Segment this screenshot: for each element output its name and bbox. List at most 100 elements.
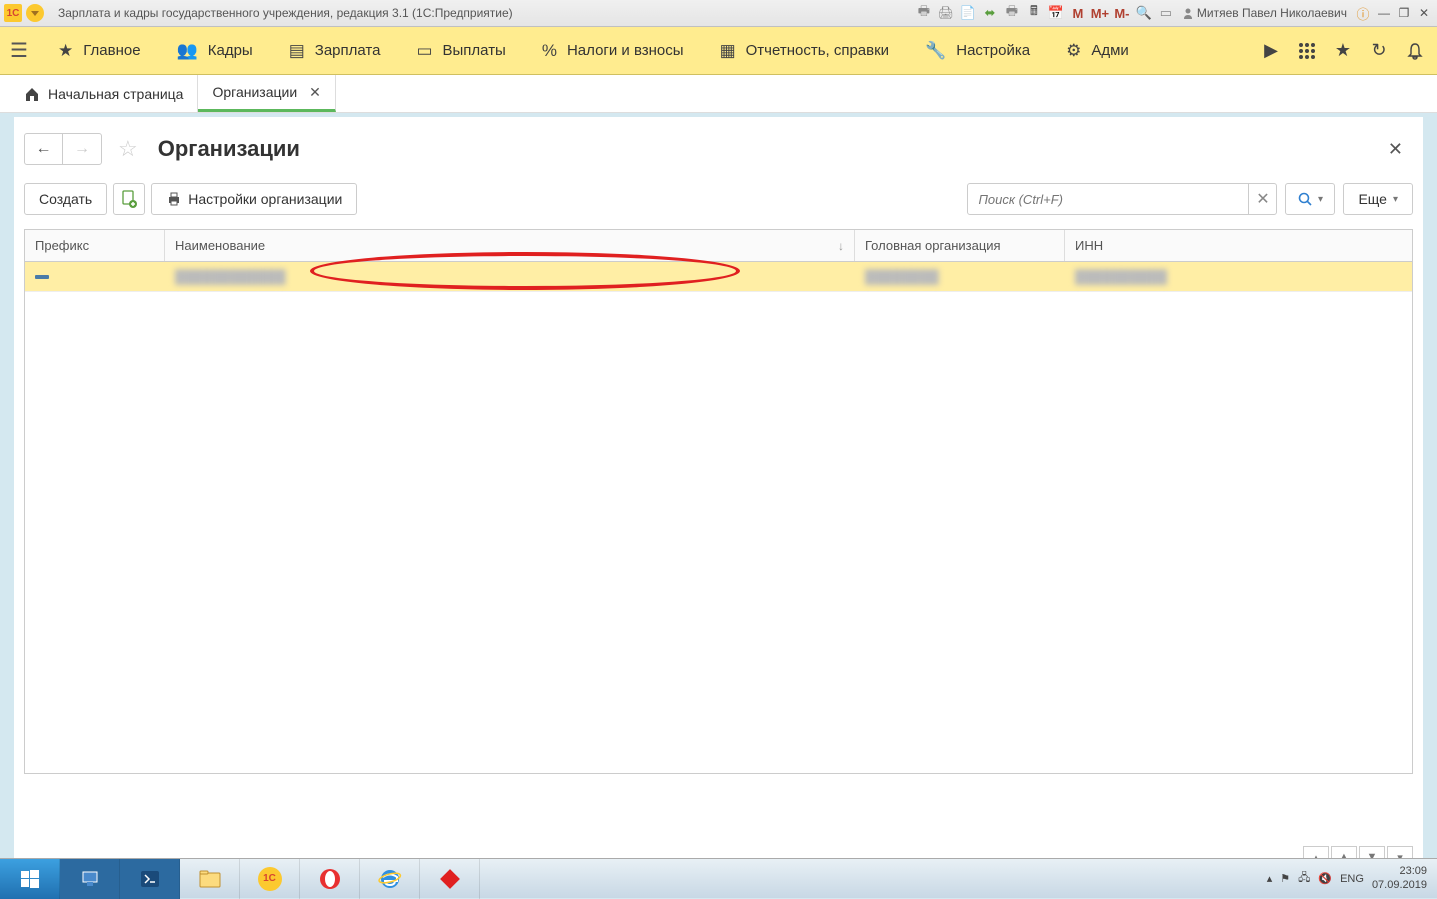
menu-label: Налоги и взносы bbox=[567, 42, 684, 59]
table-row[interactable]: ████████████ ████████ ██████████ bbox=[25, 262, 1412, 292]
user-label[interactable]: Митяев Павел Николаевич bbox=[1182, 6, 1347, 20]
list-icon: ▤ bbox=[289, 41, 305, 61]
menu-scroll-right-icon[interactable]: ▶ bbox=[1259, 39, 1283, 63]
titlebar-dropdown-icon[interactable] bbox=[26, 4, 44, 22]
tab-close-icon[interactable]: ✕ bbox=[309, 84, 321, 101]
toolbar-compare-icon[interactable]: ⬌ bbox=[980, 3, 1000, 23]
star-icon: ★ bbox=[58, 41, 73, 61]
task-ie-icon[interactable] bbox=[360, 859, 420, 899]
search-icon bbox=[1298, 192, 1312, 206]
maximize-button[interactable]: ❐ bbox=[1395, 4, 1413, 22]
people-icon: 👥 bbox=[177, 41, 198, 61]
toolbar-mminus-icon[interactable]: M- bbox=[1112, 3, 1132, 23]
button-label: Настройки организации bbox=[188, 191, 342, 207]
nav-buttons: ← → bbox=[24, 133, 102, 165]
task-1c-icon[interactable]: 1C bbox=[240, 859, 300, 899]
toolbar-calc-icon[interactable]: 🖩 bbox=[1024, 3, 1044, 23]
menu-kadry[interactable]: 👥 Кадры bbox=[159, 27, 271, 74]
create-button[interactable]: Создать bbox=[24, 183, 107, 215]
menu-label: Зарплата bbox=[315, 42, 381, 59]
tab-organizations[interactable]: Организации ✕ bbox=[198, 75, 335, 112]
user-name: Митяев Павел Николаевич bbox=[1197, 6, 1347, 20]
column-inn[interactable]: ИНН bbox=[1065, 230, 1412, 261]
page-favorite-icon[interactable]: ☆ bbox=[118, 136, 138, 162]
column-name[interactable]: Наименование ↓ bbox=[165, 230, 855, 261]
menu-label: Кадры bbox=[208, 42, 253, 59]
close-button[interactable]: ✕ bbox=[1415, 4, 1433, 22]
toolbar-mplus-icon[interactable]: M+ bbox=[1090, 3, 1110, 23]
task-powershell-icon[interactable] bbox=[120, 859, 180, 899]
toolbar-m-icon[interactable]: M bbox=[1068, 3, 1088, 23]
button-label: Еще bbox=[1358, 191, 1387, 207]
cell-parent: ████████ bbox=[865, 269, 939, 284]
toolbar-calendar-icon[interactable]: 📅 bbox=[1046, 3, 1066, 23]
percent-icon: % bbox=[542, 41, 557, 61]
task-explorer-icon[interactable] bbox=[180, 859, 240, 899]
app-logo-icon: 1C bbox=[4, 4, 22, 22]
windows-taskbar: 1C ▴ ⚑ 🖧 🔇 ENG 23:09 07.09.2019 bbox=[0, 858, 1437, 898]
nav-forward-button: → bbox=[63, 134, 101, 164]
column-prefix[interactable]: Префикс bbox=[25, 230, 165, 261]
menu-nastroika[interactable]: 🔧 Настройка bbox=[907, 27, 1048, 74]
toolbar-print-icon[interactable]: 🖶 bbox=[914, 3, 934, 23]
cell-name: ████████████ bbox=[175, 269, 286, 284]
toolbar-doc-icon[interactable]: 📄 bbox=[958, 3, 978, 23]
tray-up-icon[interactable]: ▴ bbox=[1267, 872, 1273, 885]
copy-button[interactable] bbox=[113, 183, 145, 215]
more-button[interactable]: Еще ▾ bbox=[1343, 183, 1413, 215]
page-close-icon[interactable]: ✕ bbox=[1388, 139, 1413, 160]
menu-vyplaty[interactable]: ▭ Выплаты bbox=[398, 27, 523, 74]
menu-label: Настройка bbox=[956, 42, 1030, 59]
tab-label: Организации bbox=[212, 84, 297, 100]
tray-clock[interactable]: 23:09 07.09.2019 bbox=[1372, 865, 1427, 891]
tray-volume-icon[interactable]: 🔇 bbox=[1318, 872, 1332, 885]
tab-home[interactable]: Начальная страница bbox=[10, 75, 198, 112]
menu-favorite-icon[interactable]: ★ bbox=[1331, 39, 1355, 63]
toolbar-printer-icon[interactable]: 🖶 bbox=[1002, 3, 1022, 23]
wrench-icon: 🔧 bbox=[925, 41, 946, 61]
toolbar-window-icon[interactable]: ▭ bbox=[1156, 3, 1176, 23]
tray-lang[interactable]: ENG bbox=[1340, 873, 1364, 885]
info-icon[interactable]: ⓘ bbox=[1353, 3, 1373, 23]
menu-label: Адми bbox=[1091, 42, 1128, 59]
task-server-icon[interactable] bbox=[60, 859, 120, 899]
button-label: Создать bbox=[39, 191, 92, 207]
search-input[interactable] bbox=[968, 192, 1248, 207]
sort-indicator-icon: ↓ bbox=[838, 239, 844, 253]
card-icon: ▭ bbox=[416, 41, 432, 61]
tray-date: 07.09.2019 bbox=[1372, 879, 1427, 892]
toolbar: Создать Настройки организации ✕ ▾ Еще ▾ bbox=[14, 175, 1423, 223]
menu-otchetnost[interactable]: ▦ Отчетность, справки bbox=[702, 27, 908, 74]
search-clear-icon[interactable]: ✕ bbox=[1248, 184, 1276, 214]
tray-flag-icon[interactable]: ⚑ bbox=[1280, 872, 1290, 885]
print-icon bbox=[166, 191, 182, 207]
gear-icon: ⚙ bbox=[1066, 41, 1081, 61]
nav-back-button[interactable]: ← bbox=[25, 134, 63, 164]
task-app-icon[interactable] bbox=[420, 859, 480, 899]
org-settings-button[interactable]: Настройки организации bbox=[151, 183, 357, 215]
task-opera-icon[interactable] bbox=[300, 859, 360, 899]
tabs-bar: Начальная страница Организации ✕ bbox=[0, 75, 1437, 113]
window-titlebar: 1C Зарплата и кадры государственного учр… bbox=[0, 0, 1437, 27]
toolbar-zoom-icon[interactable]: 🔍 bbox=[1134, 3, 1154, 23]
toolbar-print2-icon[interactable]: 🖨 bbox=[936, 3, 956, 23]
menu-burger-icon[interactable]: ☰ bbox=[10, 38, 40, 63]
home-icon bbox=[24, 86, 40, 102]
content-area: ← → ☆ Организации ✕ Создать Настройки ор… bbox=[14, 117, 1423, 872]
menu-apps-icon[interactable] bbox=[1295, 39, 1319, 63]
search-button[interactable]: ▾ bbox=[1285, 183, 1335, 215]
menu-nalogi[interactable]: % Налоги и взносы bbox=[524, 27, 702, 74]
menu-zarplata[interactable]: ▤ Зарплата bbox=[271, 27, 399, 74]
column-parent[interactable]: Головная организация bbox=[855, 230, 1065, 261]
minimize-button[interactable]: — bbox=[1375, 4, 1393, 22]
menu-history-icon[interactable]: ↻ bbox=[1367, 39, 1391, 63]
page-title: Организации bbox=[158, 136, 300, 162]
start-button[interactable] bbox=[0, 859, 60, 899]
table: Префикс Наименование ↓ Головная организа… bbox=[24, 229, 1413, 774]
menu-main[interactable]: ★ Главное bbox=[40, 27, 159, 74]
tray-network-icon[interactable]: 🖧 bbox=[1298, 869, 1310, 888]
main-menu: ☰ ★ Главное 👥 Кадры ▤ Зарплата ▭ Выплаты… bbox=[0, 27, 1437, 75]
menu-admin[interactable]: ⚙ Адми bbox=[1048, 27, 1133, 74]
menu-bell-icon[interactable] bbox=[1403, 39, 1427, 63]
doc-icon: ▦ bbox=[720, 41, 736, 61]
